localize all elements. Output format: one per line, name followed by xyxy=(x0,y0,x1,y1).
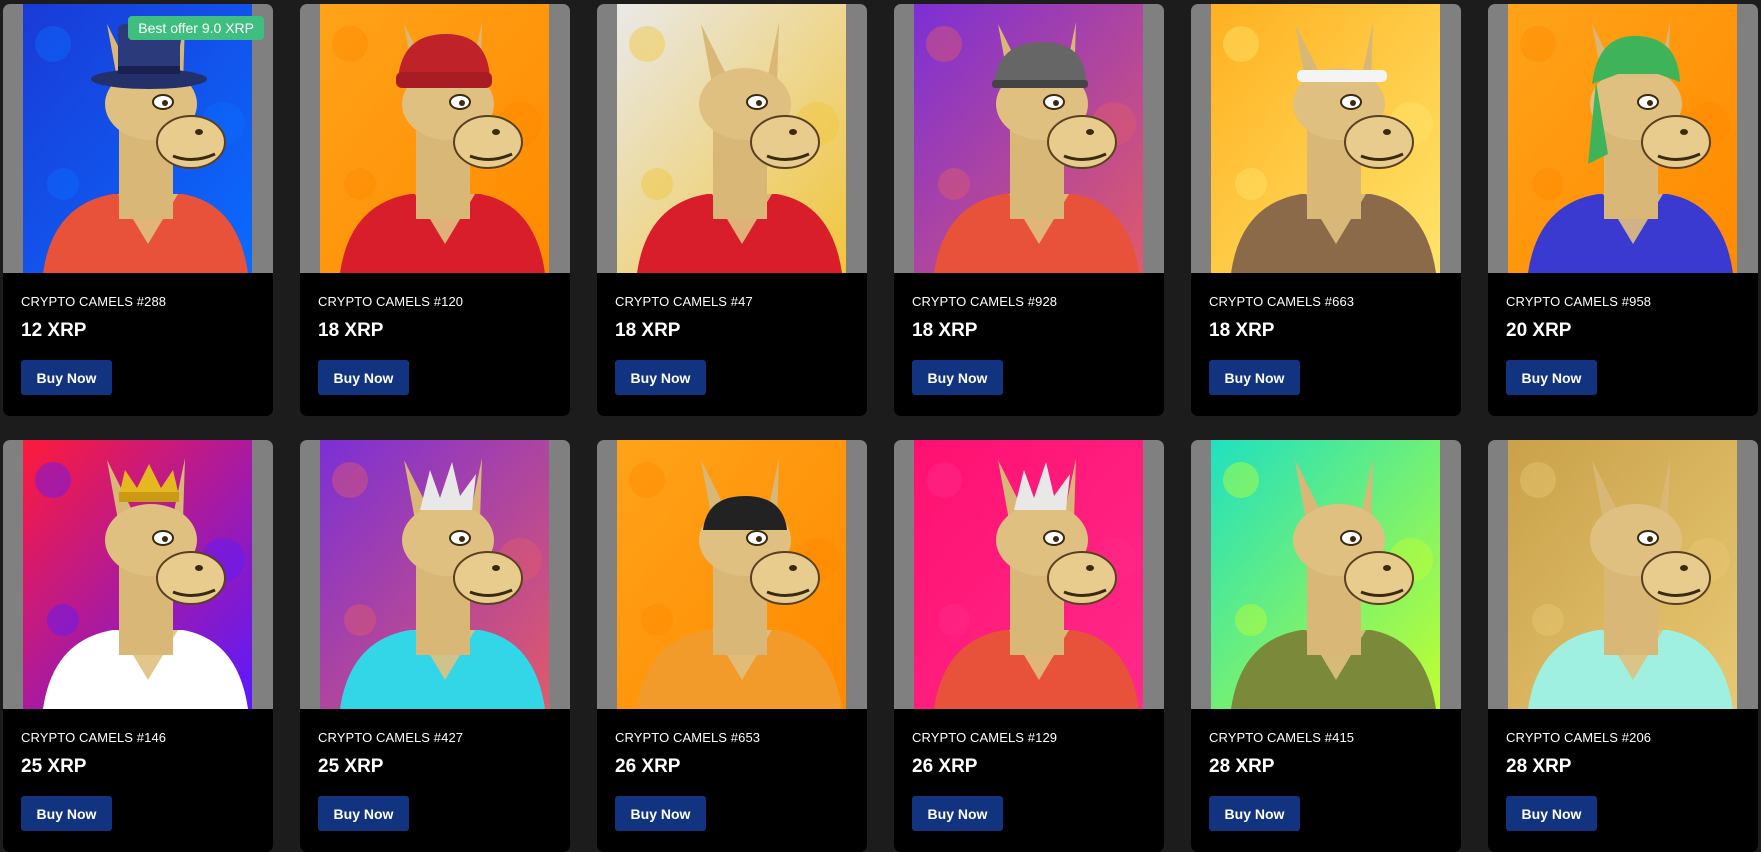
nft-card[interactable]: CRYPTO CAMELS #146 25 XRP Buy Now xyxy=(3,440,273,852)
nft-price: 18 XRP xyxy=(318,320,384,341)
nft-card[interactable]: CRYPTO CAMELS #663 18 XRP Buy Now xyxy=(1191,4,1461,416)
nft-image[interactable] xyxy=(1508,4,1737,273)
nft-title: CRYPTO CAMELS #288 xyxy=(21,294,167,309)
buy-now-button[interactable]: Buy Now xyxy=(1209,360,1300,395)
nft-title: CRYPTO CAMELS #146 xyxy=(21,730,167,745)
nft-image[interactable] xyxy=(320,440,549,709)
buy-now-button[interactable]: Buy Now xyxy=(912,796,1003,831)
nft-title: CRYPTO CAMELS #653 xyxy=(615,730,761,745)
nft-image[interactable] xyxy=(1211,440,1440,709)
nft-image[interactable] xyxy=(617,4,846,273)
nft-price: 12 XRP xyxy=(21,320,87,341)
nft-image[interactable] xyxy=(23,4,252,273)
buy-now-button[interactable]: Buy Now xyxy=(615,796,706,831)
nft-price: 18 XRP xyxy=(1209,320,1275,341)
nft-image-frame xyxy=(1191,440,1461,709)
nft-card[interactable]: CRYPTO CAMELS #206 28 XRP Buy Now xyxy=(1488,440,1758,852)
nft-price: 28 XRP xyxy=(1209,756,1275,777)
nft-title: CRYPTO CAMELS #47 xyxy=(615,294,753,309)
nft-price: 18 XRP xyxy=(912,320,978,341)
nft-listing-grid: Best offer 9.0 XRP CRYPTO CAMELS #288 12 X… xyxy=(0,0,1761,852)
nft-image[interactable] xyxy=(914,4,1143,273)
nft-image[interactable] xyxy=(320,4,549,273)
nft-card[interactable]: CRYPTO CAMELS #129 26 XRP Buy Now xyxy=(894,440,1164,852)
nft-card[interactable]: CRYPTO CAMELS #415 28 XRP Buy Now xyxy=(1191,440,1461,852)
nft-price: 18 XRP xyxy=(615,320,681,341)
buy-now-button[interactable]: Buy Now xyxy=(1506,360,1597,395)
nft-image-frame xyxy=(300,4,570,273)
nft-card[interactable]: CRYPTO CAMELS #928 18 XRP Buy Now xyxy=(894,4,1164,416)
nft-image[interactable] xyxy=(1508,440,1737,709)
nft-price: 28 XRP xyxy=(1506,756,1572,777)
nft-title: CRYPTO CAMELS #663 xyxy=(1209,294,1355,309)
nft-price: 26 XRP xyxy=(912,756,978,777)
buy-now-button[interactable]: Buy Now xyxy=(318,796,409,831)
nft-image-frame xyxy=(300,440,570,709)
buy-now-button[interactable]: Buy Now xyxy=(21,796,112,831)
nft-title: CRYPTO CAMELS #958 xyxy=(1506,294,1652,309)
nft-image-frame: Best offer 9.0 XRP xyxy=(3,4,273,273)
nft-image-frame xyxy=(894,4,1164,273)
nft-card[interactable]: CRYPTO CAMELS #47 18 XRP Buy Now xyxy=(597,4,867,416)
nft-card[interactable]: Best offer 9.0 XRP CRYPTO CAMELS #288 12 X… xyxy=(3,4,273,416)
nft-title: CRYPTO CAMELS #206 xyxy=(1506,730,1652,745)
nft-image[interactable] xyxy=(617,440,846,709)
nft-image-frame xyxy=(894,440,1164,709)
nft-card[interactable]: CRYPTO CAMELS #427 25 XRP Buy Now xyxy=(300,440,570,852)
nft-card[interactable]: CRYPTO CAMELS #120 18 XRP Buy Now xyxy=(300,4,570,416)
nft-card[interactable]: CRYPTO CAMELS #958 20 XRP Buy Now xyxy=(1488,4,1758,416)
nft-title: CRYPTO CAMELS #129 xyxy=(912,730,1058,745)
nft-image[interactable] xyxy=(23,440,252,709)
nft-title: CRYPTO CAMELS #928 xyxy=(912,294,1058,309)
buy-now-button[interactable]: Buy Now xyxy=(615,360,706,395)
nft-image-frame xyxy=(3,440,273,709)
nft-price: 26 XRP xyxy=(615,756,681,777)
buy-now-button[interactable]: Buy Now xyxy=(912,360,1003,395)
nft-image[interactable] xyxy=(914,440,1143,709)
nft-title: CRYPTO CAMELS #427 xyxy=(318,730,464,745)
nft-title: CRYPTO CAMELS #415 xyxy=(1209,730,1355,745)
buy-now-button[interactable]: Buy Now xyxy=(318,360,409,395)
buy-now-button[interactable]: Buy Now xyxy=(21,360,112,395)
buy-now-button[interactable]: Buy Now xyxy=(1209,796,1300,831)
nft-price: 20 XRP xyxy=(1506,320,1572,341)
nft-image-frame xyxy=(1488,4,1758,273)
nft-image-frame xyxy=(1191,4,1461,273)
best-offer-badge: Best offer 9.0 XRP xyxy=(128,16,264,40)
nft-title: CRYPTO CAMELS #120 xyxy=(318,294,464,309)
nft-price: 25 XRP xyxy=(21,756,87,777)
nft-image-frame xyxy=(597,440,867,709)
buy-now-button[interactable]: Buy Now xyxy=(1506,796,1597,831)
nft-price: 25 XRP xyxy=(318,756,384,777)
nft-image-frame xyxy=(1488,440,1758,709)
nft-image-frame xyxy=(597,4,867,273)
nft-image[interactable] xyxy=(1211,4,1440,273)
nft-card[interactable]: CRYPTO CAMELS #653 26 XRP Buy Now xyxy=(597,440,867,852)
